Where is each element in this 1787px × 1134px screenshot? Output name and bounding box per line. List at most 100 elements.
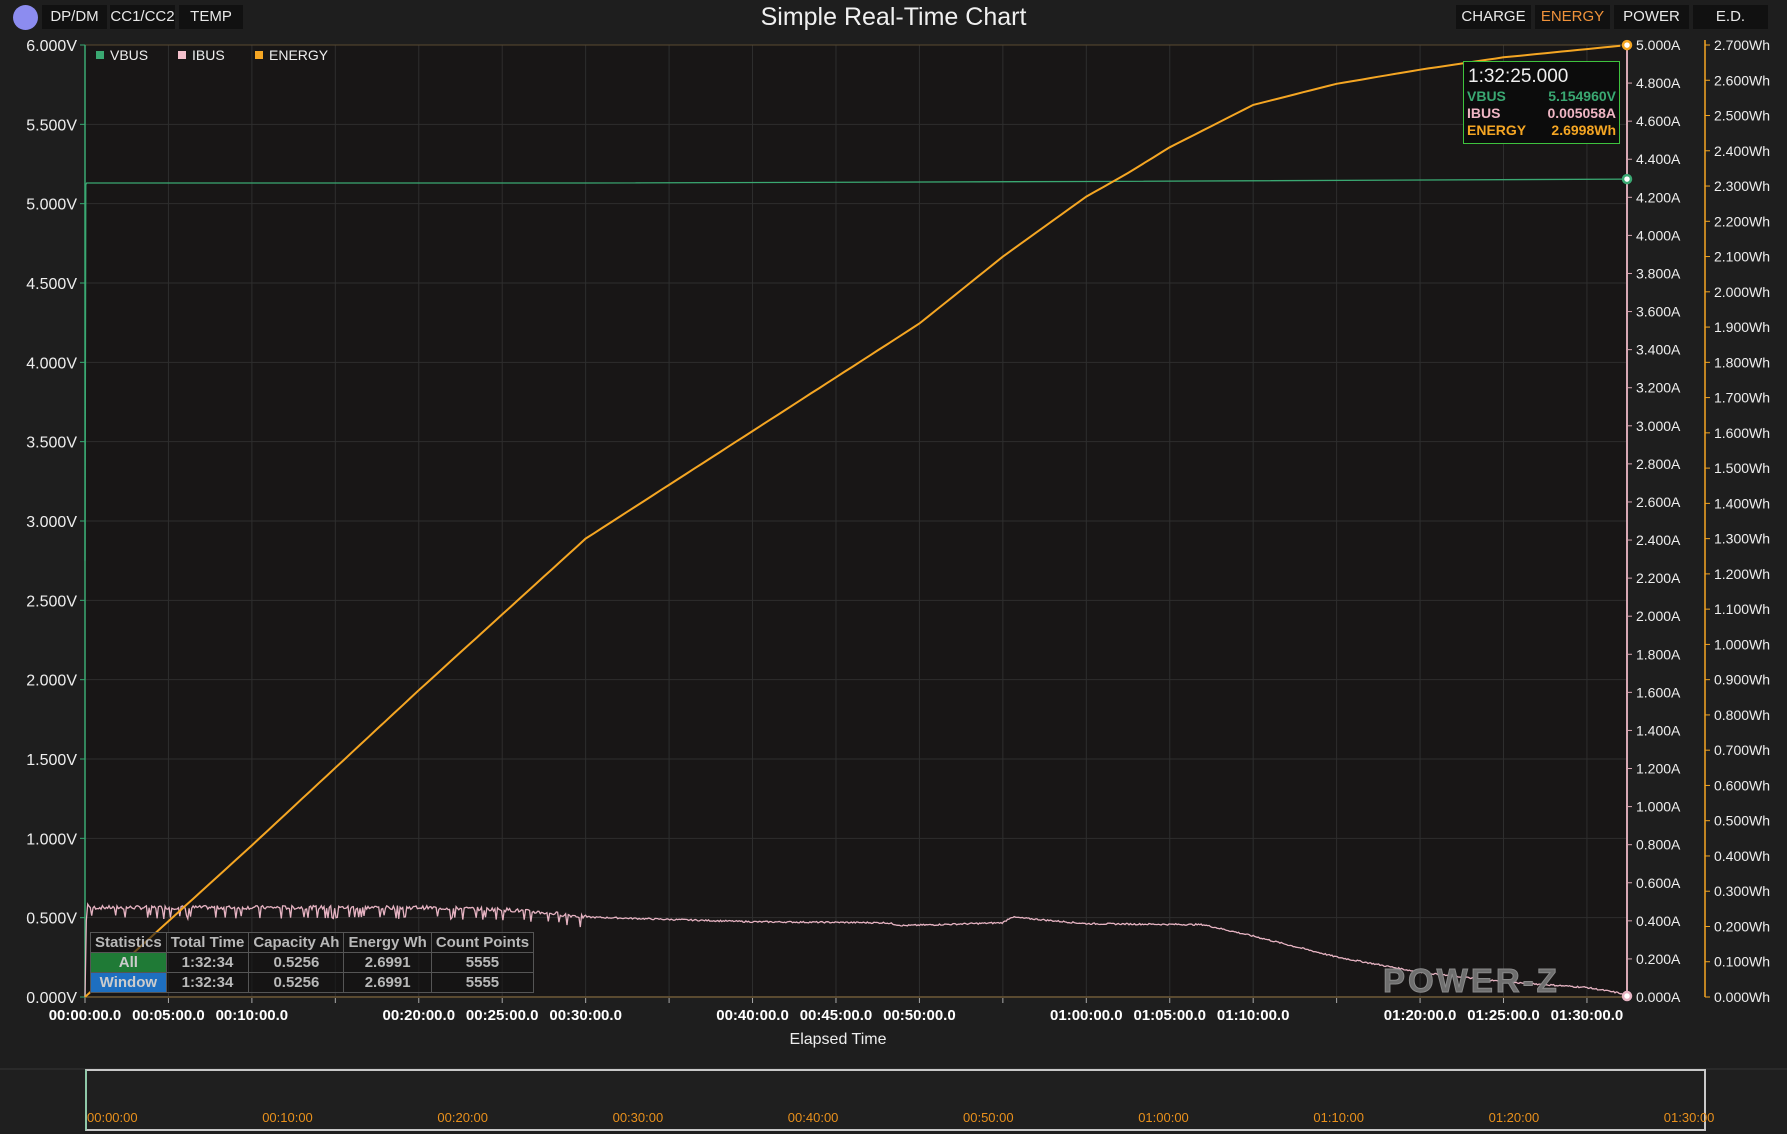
tooltip-value: 0.005058A xyxy=(1547,105,1616,121)
y-tick-label-voltage: 5.000V xyxy=(26,197,77,214)
y-tick-label-energy: 2.500Wh xyxy=(1714,108,1770,124)
navigator-tick-label: 00:20:00 xyxy=(437,1110,488,1125)
y-tick-label-energy: 1.900Wh xyxy=(1714,319,1770,335)
y-tick-label-energy: 2.000Wh xyxy=(1714,284,1770,300)
y-tick-label-current: 3.600A xyxy=(1636,304,1681,320)
y-tick-label-energy: 2.100Wh xyxy=(1714,249,1770,265)
y-tick-label-voltage: 6.000V xyxy=(26,38,77,55)
y-tick-label-current: 0.800A xyxy=(1636,837,1681,853)
y-tick-label-voltage: 4.000V xyxy=(26,355,77,372)
legend-energy[interactable]: ENERGY xyxy=(255,47,328,63)
y-tick-label-current: 4.800A xyxy=(1636,75,1681,91)
stats-header-row: Statistics Total Time Capacity Ah Energy… xyxy=(90,932,535,953)
y-tick-label-energy: 0.400Wh xyxy=(1714,848,1770,864)
tooltip-row-vbus: VBUS 5.154960V xyxy=(1464,88,1619,105)
y-tick-label-energy: 2.200Wh xyxy=(1714,213,1770,229)
y-tick-label-energy: 1.300Wh xyxy=(1714,531,1770,547)
x-tick-label: 00:20:00.0 xyxy=(382,1007,455,1024)
navigator-window-handle[interactable] xyxy=(85,1069,1706,1131)
legend-label: VBUS xyxy=(110,47,149,63)
y-tick-label-current: 2.800A xyxy=(1636,456,1681,472)
y-tick-label-voltage: 1.500V xyxy=(26,752,77,769)
y-tick-label-voltage: 0.000V xyxy=(26,990,77,1007)
stats-cell: 1:32:34 xyxy=(165,972,250,993)
value-tooltip: 1:32:25.000 VBUS 5.154960V IBUS 0.005058A … xyxy=(1463,61,1620,144)
stats-header: Capacity Ah xyxy=(248,932,345,953)
y-tick-label-energy: 2.400Wh xyxy=(1714,143,1770,159)
y-tick-label-current: 3.000A xyxy=(1636,418,1681,434)
navigator-tick-label: 00:40:00 xyxy=(787,1110,839,1125)
y-tick-label-energy: 0.000Wh xyxy=(1714,989,1770,1005)
y-tick-label-current: 1.600A xyxy=(1636,684,1681,700)
x-tick-label: 00:50:00.0 xyxy=(883,1007,956,1024)
tooltip-label: VBUS xyxy=(1467,88,1506,104)
y-tick-label-energy: 0.900Wh xyxy=(1714,672,1770,688)
tooltip-label: IBUS xyxy=(1467,105,1501,121)
navigator-tick-label: 01:10:00 xyxy=(1313,1110,1364,1125)
x-tick-label: 00:10:00.0 xyxy=(216,1007,289,1024)
y-tick-label-energy: 0.800Wh xyxy=(1714,707,1770,723)
y-tick-label-energy: 0.300Wh xyxy=(1714,883,1770,899)
y-tick-label-energy: 1.400Wh xyxy=(1714,495,1770,511)
y-tick-label-current: 2.000A xyxy=(1636,608,1681,624)
navigator-tick-label: 01:30:00 xyxy=(1663,1110,1715,1125)
navigator-tick-label: 01:00:00 xyxy=(1138,1110,1189,1125)
x-tick-label: 00:05:00.0 xyxy=(132,1007,205,1024)
y-tick-label-energy: 0.100Wh xyxy=(1714,954,1770,970)
navigator-tick-label: 00:30:00 xyxy=(612,1110,664,1125)
navigator-tick-label: 00:00:00 xyxy=(87,1110,138,1125)
x-tick-label: 01:25:00.0 xyxy=(1467,1007,1540,1024)
y-tick-label-energy: 1.100Wh xyxy=(1714,601,1770,617)
y-tick-label-voltage: 3.000V xyxy=(26,514,77,531)
y-tick-label-voltage: 0.500V xyxy=(26,911,77,928)
x-tick-label: 00:00:00.0 xyxy=(49,1007,122,1024)
y-tick-label-energy: 0.500Wh xyxy=(1714,813,1770,829)
stats-cell: 5555 xyxy=(430,952,535,973)
tooltip-value: 5.154960V xyxy=(1548,88,1616,104)
navigator-tick-label: 01:20:00 xyxy=(1488,1110,1540,1125)
y-tick-label-current: 0.000A xyxy=(1636,989,1681,1005)
stats-cell: 0.5256 xyxy=(248,952,345,973)
y-tick-label-current: 0.600A xyxy=(1636,875,1681,891)
legend-label: ENERGY xyxy=(269,47,329,63)
y-tick-label-voltage: 3.500V xyxy=(26,435,77,452)
legend-ibus[interactable]: IBUS xyxy=(178,47,225,63)
x-tick-label: 00:30:00.0 xyxy=(549,1007,622,1024)
stats-cell: All xyxy=(90,952,167,973)
y-tick-label-current: 2.400A xyxy=(1636,532,1681,548)
stats-header: Total Time xyxy=(165,932,250,953)
y-tick-label-current: 3.800A xyxy=(1636,265,1681,281)
navigator-tick-label: 00:50:00 xyxy=(963,1110,1014,1125)
statistics-table: Statistics Total Time Capacity Ah Energy… xyxy=(90,932,535,993)
y-tick-label-voltage: 1.000V xyxy=(26,831,77,848)
legend-vbus[interactable]: VBUS xyxy=(96,47,148,63)
y-tick-label-voltage: 5.500V xyxy=(26,117,77,134)
x-axis-title: Elapsed Time xyxy=(790,1031,887,1048)
y-tick-label-current: 0.200A xyxy=(1636,951,1681,967)
x-tick-label: 00:40:00.0 xyxy=(716,1007,789,1024)
y-tick-label-current: 1.400A xyxy=(1636,722,1681,738)
x-tick-label: 01:20:00.0 xyxy=(1384,1007,1457,1024)
y-tick-label-voltage: 2.500V xyxy=(26,593,77,610)
y-tick-label-current: 4.200A xyxy=(1636,189,1681,205)
series-endpoint-ibus xyxy=(1621,990,1633,1002)
y-tick-label-current: 3.200A xyxy=(1636,380,1681,396)
tooltip-value: 2.6998Wh xyxy=(1551,122,1616,138)
y-tick-label-energy: 2.600Wh xyxy=(1714,72,1770,88)
y-tick-label-current: 2.200A xyxy=(1636,570,1681,586)
y-tick-label-voltage: 2.000V xyxy=(26,673,77,690)
power-z-watermark: POWER-Z xyxy=(1383,962,1560,1000)
series-endpoint-vbus xyxy=(1621,173,1633,185)
y-tick-label-energy: 1.600Wh xyxy=(1714,425,1770,441)
stats-cell: 2.6991 xyxy=(343,952,432,973)
y-tick-label-current: 4.400A xyxy=(1636,151,1681,167)
y-tick-label-energy: 0.700Wh xyxy=(1714,742,1770,758)
stats-header: Count Points xyxy=(430,932,535,953)
legend-swatch xyxy=(178,51,186,59)
x-tick-label: 00:45:00.0 xyxy=(800,1007,873,1024)
y-tick-label-current: 1.200A xyxy=(1636,761,1681,777)
y-tick-label-current: 4.000A xyxy=(1636,227,1681,243)
y-tick-label-energy: 1.500Wh xyxy=(1714,460,1770,476)
stats-row-window: Window 1:32:34 0.5256 2.6991 5555 xyxy=(90,972,535,993)
x-tick-label: 01:00:00.0 xyxy=(1050,1007,1123,1024)
